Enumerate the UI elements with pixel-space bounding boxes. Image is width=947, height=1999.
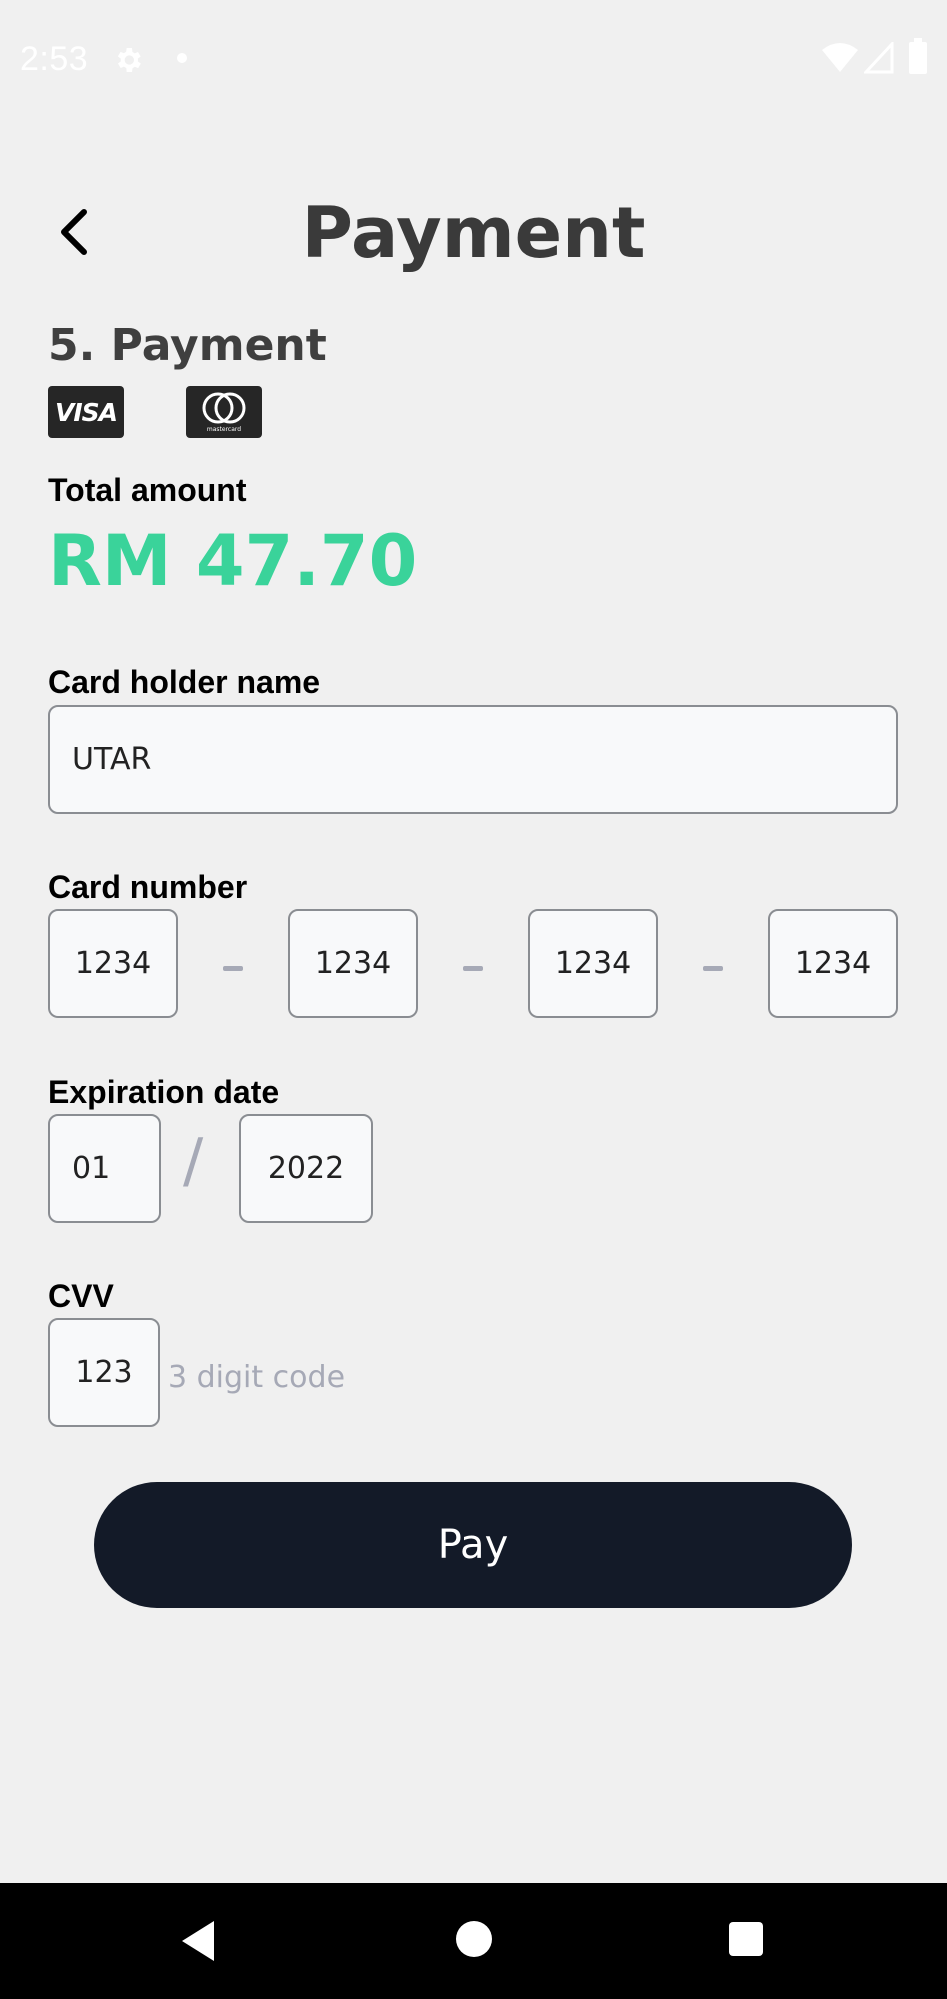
mastercard-logo: mastercard — [186, 386, 262, 438]
gear-icon — [117, 48, 141, 72]
cvv-value: 123 — [75, 1355, 133, 1390]
recents-square-icon[interactable] — [727, 1920, 765, 1958]
card-number-field-1[interactable]: 1234 — [48, 909, 178, 1018]
back-triangle-icon[interactable] — [178, 1919, 218, 1963]
cvv-hint: 3 digit code — [168, 1360, 346, 1395]
battery-icon — [909, 38, 927, 74]
dot-icon — [177, 53, 187, 63]
expiration-year-field[interactable]: 2022 — [239, 1114, 373, 1223]
card-number-value-1: 1234 — [74, 946, 152, 981]
card-number-field-3[interactable]: 1234 — [528, 909, 658, 1018]
total-amount-value: RM 47.70 — [48, 520, 418, 602]
status-bar: 2:53 — [0, 0, 947, 118]
cvv-field[interactable]: 123 — [48, 1318, 160, 1427]
expiration-separator: / — [183, 1126, 204, 1196]
card-number-field-2[interactable]: 1234 — [288, 909, 418, 1018]
visa-logo: VISA — [48, 386, 124, 438]
card-number-value-2: 1234 — [314, 946, 392, 981]
card-number-label: Card number — [48, 869, 248, 905]
expiration-date-label: Expiration date — [48, 1074, 280, 1110]
card-holder-label: Card holder name — [48, 664, 321, 700]
card-number-field-4[interactable]: 1234 — [768, 909, 898, 1018]
card-number-separator — [703, 966, 723, 971]
page-title: Payment — [301, 192, 646, 274]
cvv-label: CVV — [48, 1278, 114, 1314]
wifi-icon — [822, 43, 858, 72]
expiration-month-field[interactable]: 01 — [48, 1114, 161, 1223]
card-holder-field[interactable]: UTAR — [48, 705, 898, 814]
signal-icon — [864, 42, 894, 74]
card-number-value-4: 1234 — [794, 946, 872, 981]
pay-button[interactable]: Pay — [94, 1482, 852, 1608]
card-number-value-3: 1234 — [554, 946, 632, 981]
card-holder-value: UTAR — [72, 742, 152, 777]
total-amount-label: Total amount — [48, 472, 247, 508]
visa-logo-text: VISA — [54, 397, 118, 427]
expiration-month-value: 01 — [72, 1151, 111, 1186]
pay-button-label: Pay — [437, 1522, 509, 1568]
section-title: 5. Payment — [48, 320, 327, 371]
home-circle-icon[interactable] — [454, 1919, 494, 1959]
navigation-bar — [0, 1883, 947, 1999]
card-number-separator — [463, 966, 483, 971]
card-number-separator — [223, 966, 243, 971]
status-time: 2:53 — [20, 40, 89, 78]
expiration-year-value: 2022 — [267, 1151, 345, 1186]
mastercard-logo-text: mastercard — [206, 426, 242, 433]
